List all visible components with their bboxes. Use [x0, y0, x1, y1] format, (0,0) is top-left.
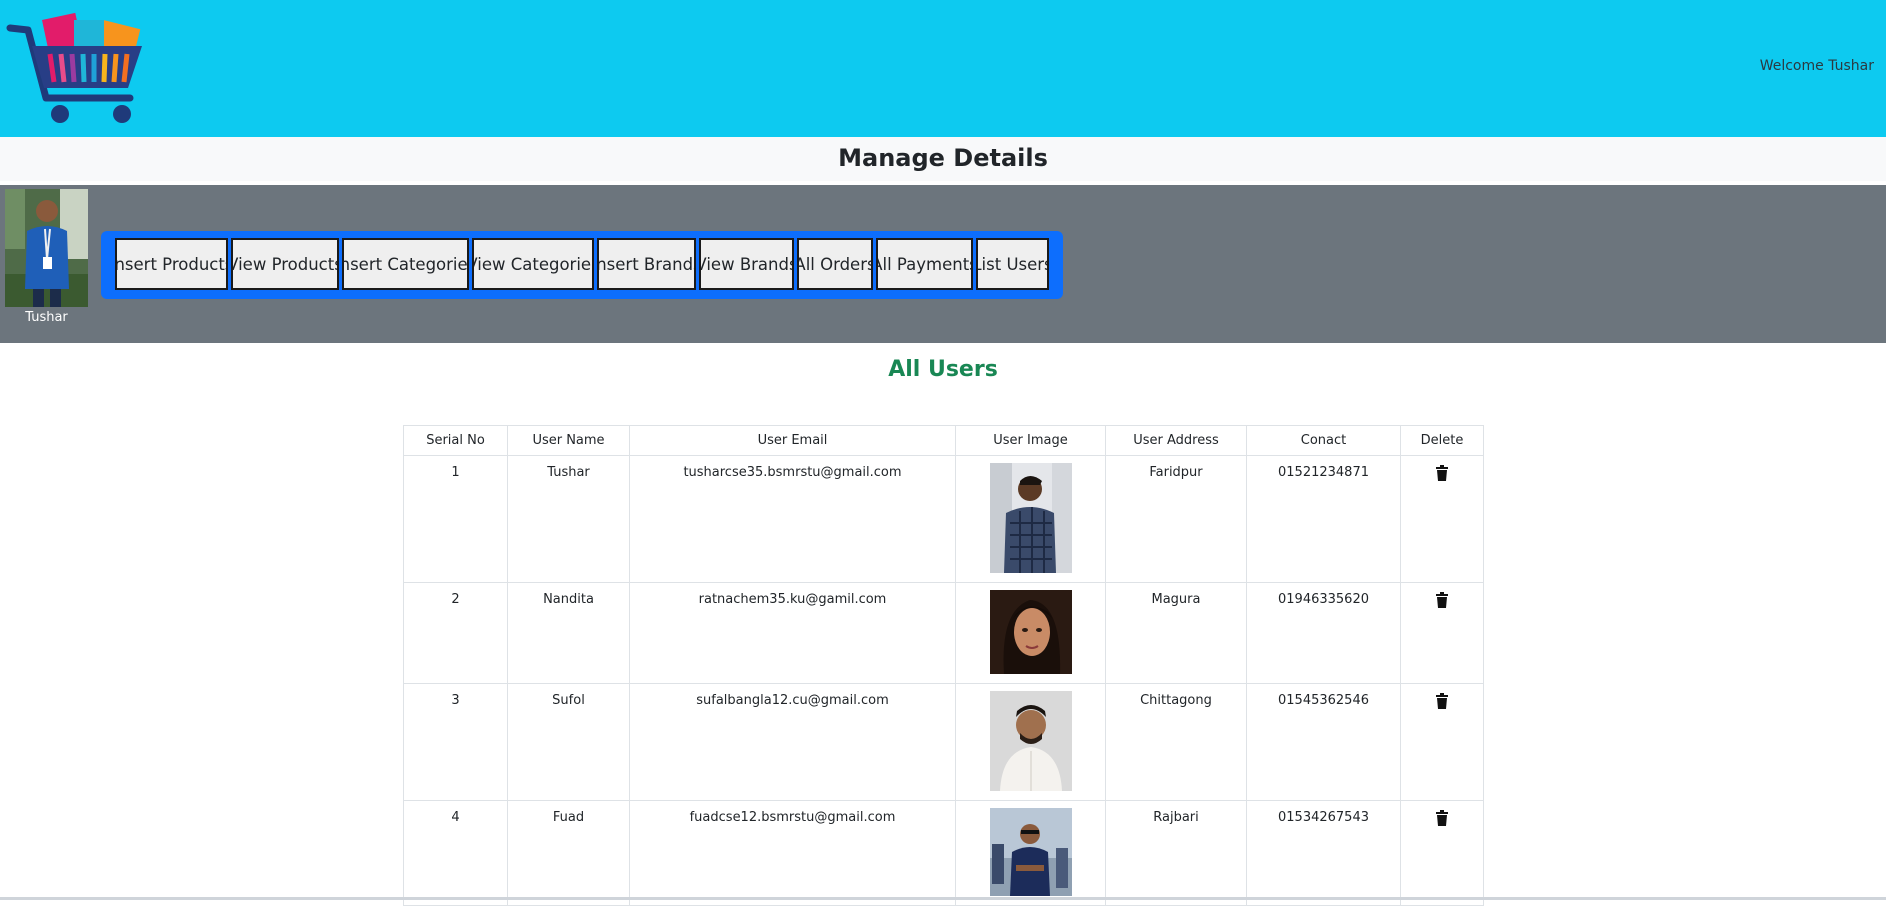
cell-image [955, 582, 1106, 684]
col-user-name: User Name [507, 425, 630, 456]
cell-contact: 01521234871 [1246, 455, 1401, 583]
view-brands-button[interactable]: View Brands [699, 238, 794, 290]
cell-contact: 01545362546 [1246, 683, 1401, 801]
all-orders-button[interactable]: All Orders [797, 238, 873, 290]
cell-address: Magura [1105, 582, 1247, 684]
admin-photo [5, 189, 88, 307]
cell-serial: 3 [403, 683, 508, 801]
cell-delete [1400, 455, 1484, 583]
trash-icon[interactable] [1435, 465, 1449, 481]
cell-address: Faridpur [1105, 455, 1247, 583]
table-row: 1 Tushar tusharcse35.bsmrstu@gmail.com F… [403, 455, 1484, 583]
cell-delete [1400, 800, 1484, 906]
admin-avatar [5, 189, 88, 307]
user-avatar-image [989, 590, 1072, 674]
view-products-button[interactable]: View Products [231, 238, 339, 290]
top-header: Welcome Tushar [0, 0, 1886, 137]
table-row: 3 Sufol sufalbangla12.cu@gmail.com Chitt… [403, 683, 1484, 801]
cell-name: Fuad [507, 800, 630, 906]
view-categories-button[interactable]: View Categories [472, 238, 594, 290]
cell-name: Sufol [507, 683, 630, 801]
cell-image [955, 800, 1106, 906]
cell-serial: 1 [403, 455, 508, 583]
cell-name: Nandita [507, 582, 630, 684]
col-delete: Delete [1400, 425, 1484, 456]
admin-name: Tushar [25, 310, 68, 325]
col-serial-no: Serial No [403, 425, 508, 456]
users-table: Serial No User Name User Email User Imag… [403, 425, 1484, 906]
cell-address: Rajbari [1105, 800, 1247, 906]
insert-brands-button[interactable]: Insert Brands [597, 238, 696, 290]
cell-contact: 01946335620 [1246, 582, 1401, 684]
cell-image [955, 455, 1106, 583]
welcome-text: Welcome Tushar [1759, 58, 1874, 74]
col-user-address: User Address [1105, 425, 1247, 456]
cell-image [955, 683, 1106, 801]
col-user-image: User Image [955, 425, 1106, 456]
cell-delete [1400, 683, 1484, 801]
user-avatar-image [989, 808, 1072, 896]
page-title: Manage Details [838, 144, 1048, 172]
cell-email: ratnachem35.ku@gamil.com [629, 582, 956, 684]
col-contact: Conact [1246, 425, 1401, 456]
trash-icon[interactable] [1435, 693, 1449, 709]
cell-contact: 01534267543 [1246, 800, 1401, 906]
cell-email: sufalbangla12.cu@gmail.com [629, 683, 956, 801]
trash-icon[interactable] [1435, 592, 1449, 608]
col-user-email: User Email [629, 425, 956, 456]
all-payments-button[interactable]: All Payments [876, 238, 973, 290]
cell-serial: 4 [403, 800, 508, 906]
all-users-heading: All Users [888, 357, 998, 382]
cell-email: fuadcse12.bsmrstu@gmail.com [629, 800, 956, 906]
shopping-cart-logo-icon[interactable] [6, 6, 142, 126]
insert-products-button[interactable]: Insert Products [115, 238, 228, 290]
table-header-row: Serial No User Name User Email User Imag… [403, 425, 1484, 456]
insert-categories-button[interactable]: Insert Categories [342, 238, 469, 290]
user-avatar-image [989, 463, 1072, 573]
table-row: 4 Fuad fuadcse12.bsmrstu@gmail.com Rajba… [403, 800, 1484, 906]
trash-icon[interactable] [1435, 810, 1449, 826]
cell-name: Tushar [507, 455, 630, 583]
cell-delete [1400, 582, 1484, 684]
cell-serial: 2 [403, 582, 508, 684]
cell-email: tusharcse35.bsmrstu@gmail.com [629, 455, 956, 583]
cell-address: Chittagong [1105, 683, 1247, 801]
list-users-button[interactable]: List Users [976, 238, 1049, 290]
table-row: 2 Nandita ratnachem35.ku@gamil.com Magur… [403, 582, 1484, 684]
user-avatar-image [989, 691, 1072, 791]
